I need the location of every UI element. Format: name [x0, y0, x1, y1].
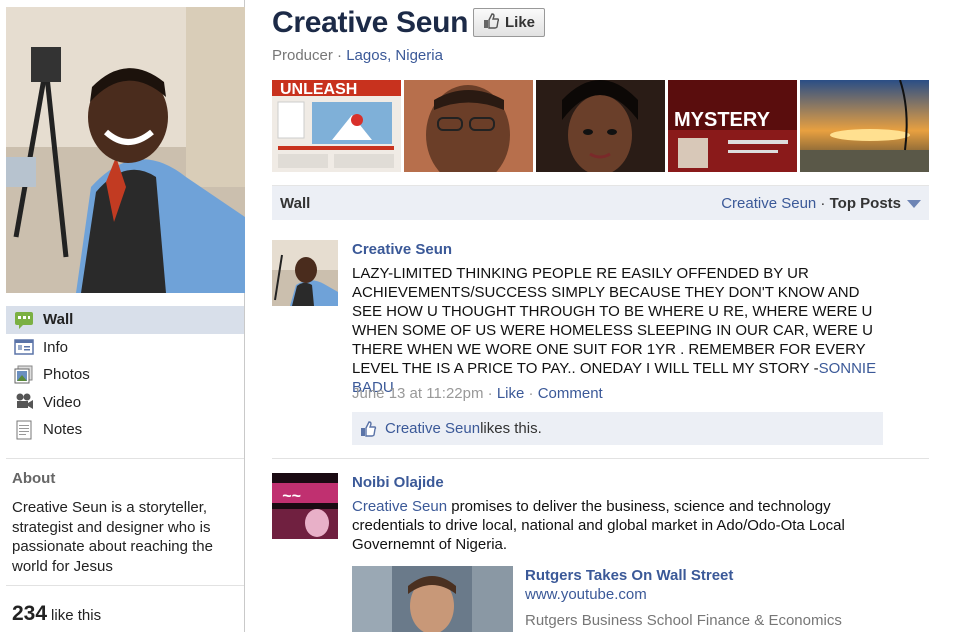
separator: · — [483, 385, 497, 402]
strip-photo-1[interactable]: UNLEASH — [272, 80, 401, 172]
post-timestamp[interactable]: June 13 at 11:22pm — [352, 385, 483, 402]
post-avatar[interactable] — [272, 240, 338, 306]
post-author-link[interactable]: Creative Seun — [352, 241, 452, 258]
link-url[interactable]: www.youtube.com — [525, 586, 647, 603]
nav-item-photos[interactable]: Photos — [6, 361, 244, 389]
post-body: LAZY-LIMITED THINKING PEOPLE RE EASILY O… — [352, 264, 892, 397]
nav-label: Info — [43, 338, 69, 356]
thumbs-up-icon — [360, 420, 377, 437]
profile-nav: Wall Info Photos Video Notes — [6, 306, 244, 444]
divider — [6, 458, 244, 459]
separator: · — [816, 194, 830, 212]
separator: · — [332, 47, 347, 64]
like-link[interactable]: Like — [497, 385, 525, 402]
separator: · — [524, 385, 538, 402]
divider — [6, 585, 244, 586]
nav-item-video[interactable]: Video — [6, 389, 244, 417]
page-title: Creative Seun — [272, 6, 469, 39]
strip-photo-2[interactable] — [404, 80, 533, 172]
nav-item-notes[interactable]: Notes — [6, 416, 244, 444]
wall-icon — [14, 310, 34, 330]
nav-label: Notes — [43, 421, 83, 439]
likes-count: 234 — [12, 602, 48, 625]
post-avatar[interactable]: ~~ — [272, 473, 338, 539]
photo-strip: UNLEASH MYSTERY — [272, 80, 929, 172]
like-button-label: Like — [504, 14, 535, 31]
page-category: Producer — [272, 47, 333, 64]
page-subtitle: Producer · Lagos, Nigeria — [272, 47, 443, 64]
post-author-link[interactable]: Noibi Olajide — [352, 474, 444, 491]
likes-label: like this — [51, 607, 102, 624]
mention-link[interactable]: Creative Seun — [352, 498, 447, 515]
wall-filter-mode[interactable]: Top Posts — [830, 195, 901, 212]
liker-link[interactable]: Creative Seun — [385, 420, 480, 437]
wall-bar-title: Wall — [280, 194, 311, 212]
profile-picture[interactable] — [6, 7, 245, 293]
svg-text:~~: ~~ — [282, 488, 301, 505]
dropdown-arrow-icon[interactable] — [907, 199, 921, 208]
nav-item-wall[interactable]: Wall — [6, 306, 244, 334]
likes-summary[interactable]: 234 like this — [12, 602, 101, 626]
thumbs-up-icon — [483, 12, 500, 33]
like-button[interactable]: Like — [473, 8, 545, 37]
likes-text: likes this. — [480, 420, 542, 437]
post-divider — [272, 458, 929, 459]
comment-link[interactable]: Comment — [538, 385, 603, 402]
link-description: Rutgers Business School Finance & Econom… — [525, 612, 842, 629]
video-icon — [14, 392, 34, 412]
strip-photo-4[interactable]: MYSTERY — [668, 80, 797, 172]
strip-photo-4-text: MYSTERY — [674, 109, 771, 131]
link-thumbnail[interactable] — [352, 566, 513, 632]
strip-photo-1-text: UNLEASH — [280, 81, 357, 98]
nav-label: Video — [43, 393, 82, 411]
profile-photo-image — [6, 7, 245, 293]
photos-icon — [14, 365, 34, 385]
post-body: Creative Seun promises to deliver the bu… — [352, 497, 887, 554]
nav-label: Photos — [43, 366, 90, 384]
post-likes-box: Creative Seun likes this. — [352, 412, 883, 445]
nav-label: Wall — [43, 311, 74, 329]
about-heading: About — [12, 470, 56, 487]
post-meta: June 13 at 11:22pm · Like · Comment — [352, 385, 603, 402]
post-text: LAZY-LIMITED THINKING PEOPLE RE EASILY O… — [352, 265, 873, 377]
wall-filter-name[interactable]: Creative Seun — [721, 195, 816, 212]
notes-icon — [14, 420, 34, 440]
wall-filter[interactable]: Creative Seun · Top Posts — [721, 195, 921, 212]
wall-bar: Wall Creative Seun · Top Posts — [272, 185, 929, 220]
left-column: Wall Info Photos Video Notes About Creat… — [0, 0, 245, 632]
nav-item-info[interactable]: Info — [6, 334, 244, 362]
about-text: Creative Seun is a storyteller, strategi… — [12, 499, 213, 575]
strip-photo-3[interactable] — [536, 80, 665, 172]
strip-photo-5[interactable] — [800, 80, 929, 172]
location-link[interactable]: Lagos, Nigeria — [346, 47, 443, 64]
link-title[interactable]: Rutgers Takes On Wall Street — [525, 567, 733, 584]
info-icon — [14, 337, 34, 357]
